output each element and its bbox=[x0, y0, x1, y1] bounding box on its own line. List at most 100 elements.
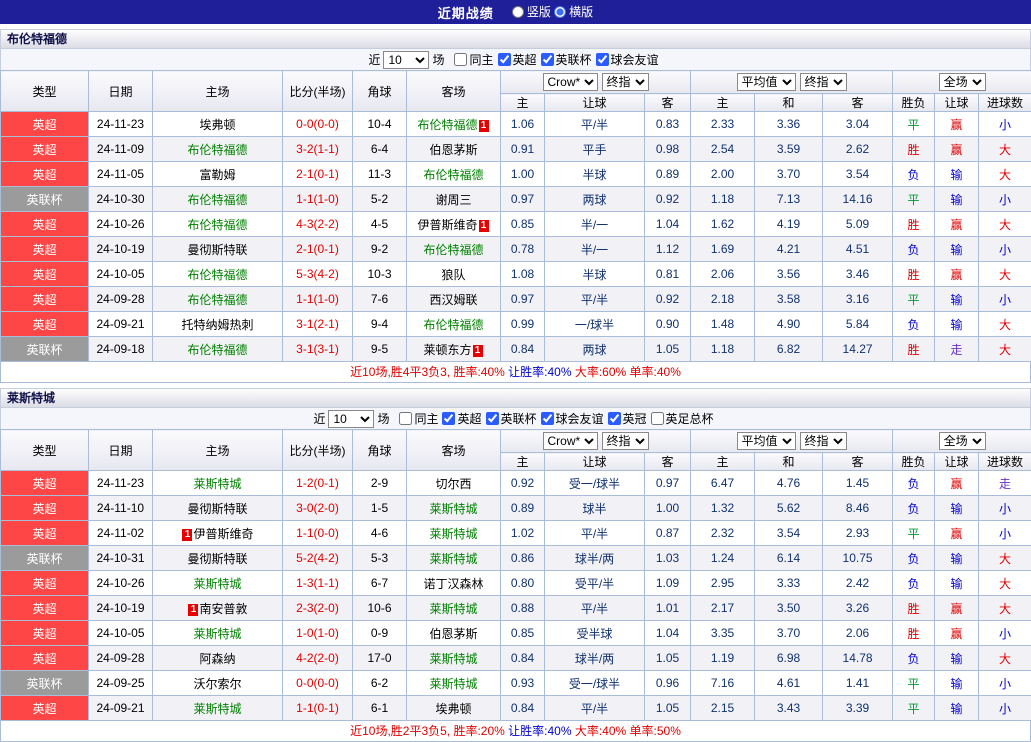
home-team-cell[interactable]: 1富勒姆1 bbox=[153, 162, 283, 187]
odds-home: 0.91 bbox=[501, 137, 545, 162]
away-team-cell[interactable]: 1布伦特福德1 bbox=[407, 112, 501, 137]
score[interactable]: 1-1(0-0) bbox=[283, 521, 353, 546]
home-team-cell[interactable]: 1布伦特福德1 bbox=[153, 287, 283, 312]
league-filter-checkbox[interactable] bbox=[651, 412, 664, 425]
home-team-cell[interactable]: 1曼彻斯特联1 bbox=[153, 546, 283, 571]
league-filter-checkbox[interactable] bbox=[486, 412, 499, 425]
score[interactable]: 4-3(2-2) bbox=[283, 212, 353, 237]
home-team-cell[interactable]: 1曼彻斯特联1 bbox=[153, 496, 283, 521]
score[interactable]: 1-1(0-1) bbox=[283, 696, 353, 721]
score[interactable]: 1-3(1-1) bbox=[283, 571, 353, 596]
away-team-cell[interactable]: 1莱斯特城1 bbox=[407, 521, 501, 546]
scope-select[interactable]: 全场 bbox=[939, 432, 986, 450]
league-filter[interactable]: 英冠 bbox=[608, 410, 647, 427]
league-filter[interactable]: 球会友谊 bbox=[541, 410, 604, 427]
score[interactable]: 3-2(1-1) bbox=[283, 137, 353, 162]
league-filter-checkbox[interactable] bbox=[541, 412, 554, 425]
league-filter[interactable]: 英超 bbox=[498, 51, 537, 68]
average-period-select[interactable]: 终指 bbox=[800, 432, 847, 450]
league-filter[interactable]: 球会友谊 bbox=[596, 51, 659, 68]
away-team-cell[interactable]: 1伊普斯维奇1 bbox=[407, 212, 501, 237]
away-team-cell[interactable]: 1切尔西1 bbox=[407, 471, 501, 496]
home-team-cell[interactable]: 1曼彻斯特联1 bbox=[153, 237, 283, 262]
score[interactable]: 3-1(3-1) bbox=[283, 337, 353, 362]
score[interactable]: 3-1(2-1) bbox=[283, 312, 353, 337]
scope-select[interactable]: 全场 bbox=[939, 73, 986, 91]
score[interactable]: 1-0(1-0) bbox=[283, 621, 353, 646]
away-team-cell[interactable]: 1莱斯特城1 bbox=[407, 596, 501, 621]
home-team-cell[interactable]: 1布伦特福德1 bbox=[153, 187, 283, 212]
home-team-cell[interactable]: 1伊普斯维奇1 bbox=[153, 521, 283, 546]
home-team-cell[interactable]: 1布伦特福德1 bbox=[153, 137, 283, 162]
home-team-cell[interactable]: 1沃尔索尔1 bbox=[153, 671, 283, 696]
away-team-cell[interactable]: 1埃弗顿1 bbox=[407, 696, 501, 721]
league-filter[interactable]: 英联杯 bbox=[486, 410, 537, 427]
home-team-cell[interactable]: 1布伦特福德1 bbox=[153, 337, 283, 362]
league-filter[interactable]: 英超 bbox=[442, 410, 481, 427]
view-mode-radio[interactable] bbox=[554, 6, 566, 18]
score[interactable]: 1-1(1-0) bbox=[283, 187, 353, 212]
away-team-cell[interactable]: 1狼队1 bbox=[407, 262, 501, 287]
avg-away: 3.26 bbox=[823, 596, 893, 621]
average-select[interactable]: 平均值 bbox=[737, 73, 796, 91]
view-mode-option[interactable]: 横版 bbox=[554, 3, 593, 20]
home-team-cell[interactable]: 1阿森纳1 bbox=[153, 646, 283, 671]
league-filter[interactable]: 英联杯 bbox=[541, 51, 592, 68]
league-filter[interactable]: 英足总杯 bbox=[651, 410, 714, 427]
league-filter[interactable]: 同主 bbox=[399, 410, 438, 427]
away-team-cell[interactable]: 1诺丁汉森林1 bbox=[407, 571, 501, 596]
score[interactable]: 5-2(4-2) bbox=[283, 546, 353, 571]
home-team-cell[interactable]: 1莱斯特城1 bbox=[153, 696, 283, 721]
score[interactable]: 3-0(2-0) bbox=[283, 496, 353, 521]
home-team-cell[interactable]: 1布伦特福德1 bbox=[153, 262, 283, 287]
score[interactable]: 5-3(4-2) bbox=[283, 262, 353, 287]
away-team-name: 埃弗顿 bbox=[435, 702, 471, 716]
league-filter-checkbox[interactable] bbox=[498, 53, 511, 66]
away-team-cell[interactable]: 1伯恩茅斯1 bbox=[407, 621, 501, 646]
away-team-cell[interactable]: 1莱斯特城1 bbox=[407, 546, 501, 571]
league-filter-checkbox[interactable] bbox=[399, 412, 412, 425]
score[interactable]: 2-1(0-1) bbox=[283, 237, 353, 262]
home-team-cell[interactable]: 1莱斯特城1 bbox=[153, 571, 283, 596]
average-period-select[interactable]: 终指 bbox=[800, 73, 847, 91]
score[interactable]: 4-2(2-0) bbox=[283, 646, 353, 671]
away-team-cell[interactable]: 1伯恩茅斯1 bbox=[407, 137, 501, 162]
away-team-cell[interactable]: 1西汉姆联1 bbox=[407, 287, 501, 312]
view-mode-option[interactable]: 竖版 bbox=[512, 3, 551, 20]
league-filter-checkbox[interactable] bbox=[454, 53, 467, 66]
odds-period-select[interactable]: 终指 bbox=[602, 73, 649, 91]
score[interactable]: 2-1(0-1) bbox=[283, 162, 353, 187]
away-team-cell[interactable]: 1莱斯特城1 bbox=[407, 671, 501, 696]
away-team-cell[interactable]: 1布伦特福德1 bbox=[407, 162, 501, 187]
away-team-cell[interactable]: 1莱斯特城1 bbox=[407, 646, 501, 671]
league-filter-checkbox[interactable] bbox=[442, 412, 455, 425]
odds-home: 0.89 bbox=[501, 496, 545, 521]
away-team-cell[interactable]: 1莱顿东方1 bbox=[407, 337, 501, 362]
score[interactable]: 1-2(0-1) bbox=[283, 471, 353, 496]
away-team-cell[interactable]: 1谢周三1 bbox=[407, 187, 501, 212]
match-count-select[interactable]: 10 bbox=[328, 410, 374, 428]
home-team-cell[interactable]: 1托特纳姆热刺1 bbox=[153, 312, 283, 337]
average-select[interactable]: 平均值 bbox=[737, 432, 796, 450]
home-team-cell[interactable]: 1莱斯特城1 bbox=[153, 471, 283, 496]
away-team-cell[interactable]: 1布伦特福德1 bbox=[407, 237, 501, 262]
league-filter-checkbox[interactable] bbox=[596, 53, 609, 66]
odds-period-select[interactable]: 终指 bbox=[602, 432, 649, 450]
home-team-cell[interactable]: 1南安普敦1 bbox=[153, 596, 283, 621]
league-filter-checkbox[interactable] bbox=[541, 53, 554, 66]
score[interactable]: 1-1(1-0) bbox=[283, 287, 353, 312]
score[interactable]: 0-0(0-0) bbox=[283, 112, 353, 137]
score[interactable]: 0-0(0-0) bbox=[283, 671, 353, 696]
home-team-cell[interactable]: 1布伦特福德1 bbox=[153, 212, 283, 237]
away-team-cell[interactable]: 1布伦特福德1 bbox=[407, 312, 501, 337]
away-team-cell[interactable]: 1莱斯特城1 bbox=[407, 496, 501, 521]
view-mode-radio[interactable] bbox=[512, 6, 524, 18]
match-count-select[interactable]: 10 bbox=[383, 51, 429, 69]
league-filter-checkbox[interactable] bbox=[608, 412, 621, 425]
home-team-cell[interactable]: 1莱斯特城1 bbox=[153, 621, 283, 646]
odds-company-select[interactable]: Crow* bbox=[543, 73, 598, 91]
score[interactable]: 2-3(2-0) bbox=[283, 596, 353, 621]
home-team-cell[interactable]: 1埃弗顿1 bbox=[153, 112, 283, 137]
odds-company-select[interactable]: Crow* bbox=[543, 432, 598, 450]
league-filter[interactable]: 同主 bbox=[454, 51, 493, 68]
